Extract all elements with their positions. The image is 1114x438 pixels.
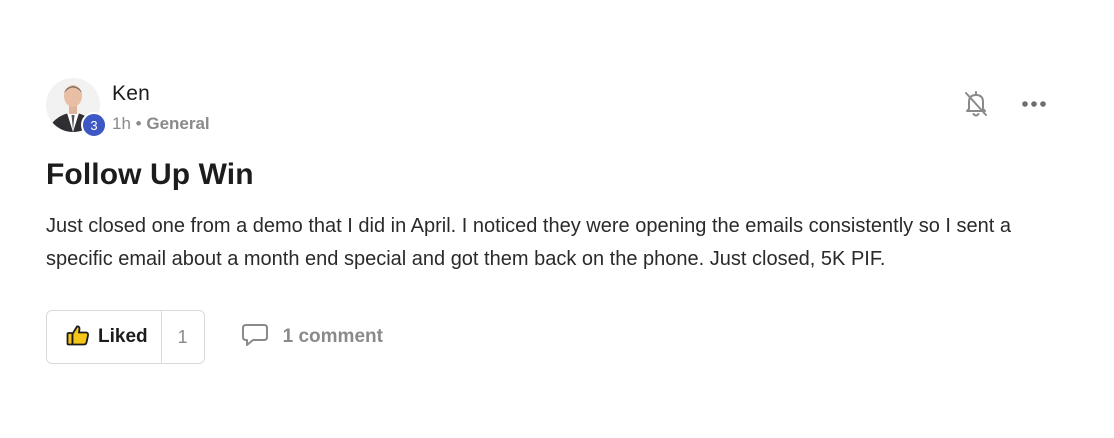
more-horizontal-icon[interactable] — [1020, 90, 1048, 118]
post-title[interactable]: Follow Up Win — [46, 158, 1076, 192]
avatar-container[interactable]: 3 — [46, 78, 107, 138]
like-group: Liked 1 — [46, 310, 205, 364]
post-time: 1h — [112, 114, 131, 133]
comment-icon — [241, 323, 269, 352]
post-footer: Liked 1 1 comment — [46, 310, 1076, 364]
post-body: Just closed one from a demo that I did i… — [46, 215, 1011, 270]
post-header: 3 Ken 1h • General — [46, 78, 1076, 138]
author-name[interactable]: Ken — [112, 82, 210, 106]
like-count[interactable]: 1 — [162, 311, 204, 363]
meta-separator: • — [135, 114, 142, 133]
bell-off-icon[interactable] — [962, 90, 990, 118]
comment-label: 1 comment — [282, 326, 383, 347]
post-card: 3 Ken 1h • General Follow Up Win Just cl… — [46, 78, 1076, 364]
like-button[interactable]: Liked — [47, 311, 162, 363]
thumbs-up-icon — [66, 324, 90, 351]
level-badge: 3 — [81, 112, 107, 138]
like-label: Liked — [98, 326, 148, 347]
post-top-actions — [962, 90, 1048, 118]
author-info: Ken 1h • General — [112, 78, 210, 134]
comment-button[interactable]: 1 comment — [241, 323, 383, 352]
post-meta: 1h • General — [112, 114, 210, 134]
post-category[interactable]: General — [146, 114, 209, 133]
